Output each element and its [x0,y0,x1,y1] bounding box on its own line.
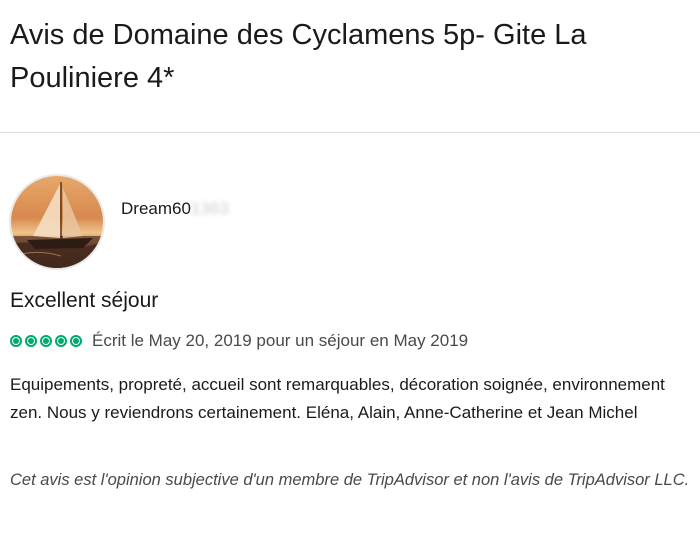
avatar[interactable] [11,176,103,268]
review-date: Écrit le May 20, 2019 pour un séjour en … [92,331,469,350]
rating-bubble-icon [70,335,82,347]
review-body: Equipements, propreté, accueil sont rema… [10,375,665,422]
username-visible[interactable]: Dream60 [121,199,191,218]
disclaimer: Cet avis est l'opinion subjective d'un m… [10,471,690,489]
review-title[interactable]: Excellent séjour [10,287,158,315]
rating-bubble-icon [40,335,52,347]
rating-bubble-icon [25,335,37,347]
sailboat-photo-icon [11,176,103,268]
rating-bubble-icon [55,335,67,347]
page-title: Avis de Domaine des Cyclamens 5p- Gite L… [10,19,587,94]
rating-bubbles [10,335,85,347]
rating-row: Écrit le May 20, 2019 pour un séjour en … [10,330,468,352]
rating-bubble-icon [10,335,22,347]
username[interactable]: Dream601363 [121,199,229,219]
divider [0,132,700,133]
username-masked: 1363 [190,199,229,218]
